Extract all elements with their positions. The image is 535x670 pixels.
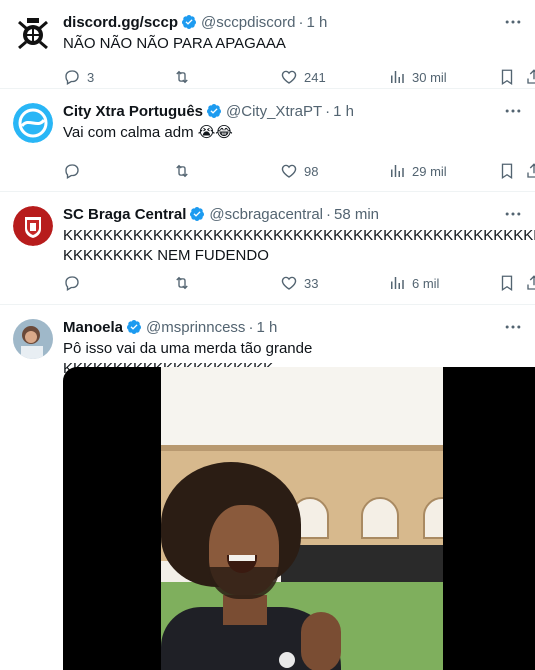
share-button[interactable] bbox=[525, 162, 535, 180]
handle[interactable]: @sccpdiscord bbox=[201, 14, 295, 31]
retweet-button[interactable] bbox=[173, 162, 191, 180]
tweet[interactable]: SC Braga Central @scbragacentral · 58 mi… bbox=[0, 192, 535, 305]
retweet-icon bbox=[176, 276, 188, 290]
retweet-icon bbox=[176, 70, 188, 84]
separator-dot: · bbox=[326, 205, 331, 223]
share-button[interactable] bbox=[525, 274, 535, 292]
like-button[interactable]: 33 bbox=[280, 274, 318, 292]
tweet-video[interactable] bbox=[63, 367, 535, 670]
like-icon bbox=[281, 276, 297, 290]
display-name[interactable]: SC Braga Central bbox=[63, 206, 186, 223]
separator-dot: · bbox=[298, 13, 304, 31]
like-icon bbox=[281, 70, 297, 84]
tweet[interactable]: City Xtra Português @City_XtraPT · 1 h V… bbox=[0, 89, 535, 192]
reply-button[interactable] bbox=[63, 274, 81, 292]
more-icon[interactable] bbox=[503, 204, 523, 224]
tweet-text-line-2: KKKKKKKKK NEM FUDENDO bbox=[63, 247, 269, 264]
like-count: 33 bbox=[304, 275, 319, 291]
views-count: 6 mil bbox=[412, 275, 440, 291]
retweet-icon bbox=[176, 164, 188, 178]
avatar-sccp[interactable] bbox=[13, 14, 53, 54]
views-button[interactable]: 30 mil bbox=[388, 68, 447, 86]
like-count: 98 bbox=[304, 163, 319, 179]
tweet-text: NÃO NÃO NÃO PARA APAGAAA bbox=[63, 35, 286, 52]
timestamp[interactable]: 1 h bbox=[306, 14, 327, 31]
reply-icon bbox=[65, 70, 79, 85]
verified-badge-icon bbox=[207, 104, 222, 118]
reply-icon bbox=[65, 276, 79, 291]
retweet-button[interactable] bbox=[173, 68, 191, 86]
bookmark-icon bbox=[501, 69, 513, 86]
views-button[interactable]: 6 mil bbox=[388, 274, 439, 292]
more-icon[interactable] bbox=[503, 317, 523, 337]
share-icon bbox=[527, 163, 535, 178]
share-button[interactable] bbox=[525, 68, 535, 86]
verified-badge-icon bbox=[127, 320, 142, 334]
timestamp[interactable]: 1 h bbox=[256, 319, 277, 336]
views-icon bbox=[391, 71, 404, 83]
share-icon bbox=[527, 69, 535, 84]
avatar-sc-braga[interactable] bbox=[13, 206, 53, 246]
timestamp[interactable]: 58 min bbox=[334, 206, 379, 223]
like-button[interactable]: 241 bbox=[280, 68, 326, 86]
bookmark-icon bbox=[501, 275, 513, 292]
separator-dot: · bbox=[325, 102, 331, 120]
views-button[interactable]: 29 mil bbox=[388, 162, 447, 180]
bookmark-icon bbox=[501, 163, 513, 180]
share-icon bbox=[527, 275, 535, 290]
like-icon bbox=[281, 164, 297, 178]
views-icon bbox=[391, 165, 404, 177]
tweet-text-line-1: KKKKKKKKKKKKKKKKKKKKKKKKKKKKKKKKKKKKKKKK… bbox=[63, 227, 535, 244]
views-count: 30 mil bbox=[412, 69, 447, 85]
like-count: 241 bbox=[304, 69, 326, 85]
reply-icon bbox=[65, 164, 79, 179]
avatar-manoela[interactable] bbox=[13, 319, 53, 359]
verified-badge-icon bbox=[190, 207, 205, 221]
avatar-city-xtra[interactable] bbox=[13, 103, 53, 143]
separator-dot: · bbox=[248, 318, 254, 336]
retweet-button[interactable] bbox=[173, 274, 191, 292]
views-count: 29 mil bbox=[412, 163, 447, 179]
bookmark-button[interactable] bbox=[498, 274, 516, 292]
like-button[interactable]: 98 bbox=[280, 162, 318, 180]
views-icon bbox=[391, 277, 404, 289]
reply-count: 3 bbox=[87, 69, 95, 85]
reply-button[interactable]: 3 bbox=[63, 68, 94, 86]
more-icon[interactable] bbox=[503, 12, 523, 32]
bookmark-button[interactable] bbox=[498, 162, 516, 180]
tweet[interactable]: Manoela @msprinncess · 1 h Pô isso vai d… bbox=[0, 305, 535, 670]
display-name[interactable]: Manoela bbox=[63, 319, 123, 336]
handle[interactable]: @scbragacentral bbox=[209, 206, 323, 223]
video-frame bbox=[161, 367, 443, 670]
handle[interactable]: @City_XtraPT bbox=[226, 103, 322, 120]
more-icon[interactable] bbox=[503, 101, 523, 121]
verified-badge-icon bbox=[182, 15, 197, 29]
reply-button[interactable] bbox=[63, 162, 81, 180]
handle[interactable]: @msprinncess bbox=[146, 319, 245, 336]
tweet[interactable]: discord.gg/sccp @sccpdiscord · 1 h NÃO N… bbox=[0, 0, 535, 89]
display-name[interactable]: City Xtra Português bbox=[63, 103, 203, 120]
timestamp[interactable]: 1 h bbox=[333, 103, 354, 120]
bookmark-button[interactable] bbox=[498, 68, 516, 86]
tweet-text: Vai com calma adm 😭😂 bbox=[63, 124, 233, 141]
display-name[interactable]: discord.gg/sccp bbox=[63, 14, 178, 31]
